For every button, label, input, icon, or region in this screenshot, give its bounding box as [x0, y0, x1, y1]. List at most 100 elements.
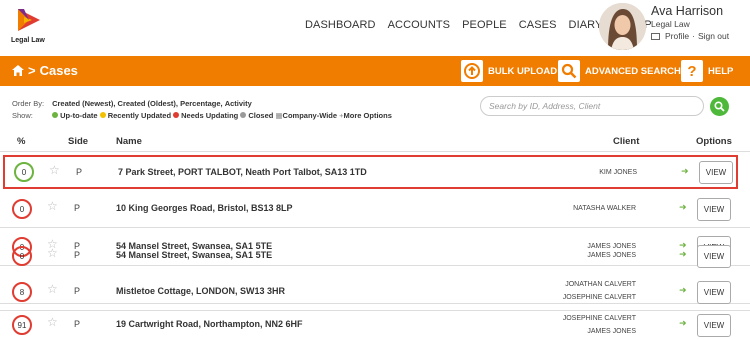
view-button[interactable]: VIEW [697, 198, 731, 221]
nav-cases[interactable]: CASES [519, 19, 557, 31]
arrow-right-icon: ➜ [679, 318, 687, 328]
star-icon[interactable]: ☆ [47, 315, 58, 329]
show-label: Show: [12, 111, 33, 120]
brand-logo[interactable]: Legal Law [10, 7, 50, 47]
case-name[interactable]: 54 Mansel Street, Swansea, SA1 5TE [116, 250, 272, 260]
order-percentage[interactable]: Percentage, [180, 99, 223, 108]
client-name: JAMES JONES [587, 249, 636, 262]
link-separator: · [692, 31, 695, 41]
client-1[interactable]: KIM JONES [599, 166, 637, 179]
filter-panel: Order By: Created (Newest), Created (Old… [12, 98, 392, 122]
table-header: % Side Name Client Options [0, 134, 750, 152]
show-uptodate[interactable]: Up-to-date [52, 111, 98, 120]
percent-badge: 0 [12, 246, 32, 266]
percent-badge: 91 [12, 315, 32, 335]
nav-dashboard[interactable]: DASHBOARD [305, 19, 376, 31]
client-name: JONATHAN CALVERT JOSEPHINE CALVERT [563, 278, 636, 304]
show-closed-label: Closed [248, 111, 274, 120]
upload-icon [461, 60, 483, 82]
building-icon: ▦ [275, 111, 283, 120]
order-activity[interactable]: Activity [225, 99, 252, 108]
question-icon: ? [681, 60, 703, 82]
company-wide-label: Company-Wide [282, 111, 338, 120]
brand-name: Legal Law [11, 37, 45, 44]
side-value: P [76, 167, 83, 177]
order-newest[interactable]: Created (Newest), [52, 99, 115, 108]
col-percent[interactable]: % [17, 136, 25, 147]
help-button[interactable]: ? HELP [681, 59, 733, 83]
show-company-wide[interactable]: ▦Company-Wide [275, 111, 337, 120]
side-value: P [74, 319, 81, 329]
col-options: Options [696, 136, 732, 147]
show-needs-updating-label: Needs Updating [181, 111, 239, 120]
yellow-dot-icon [99, 112, 106, 118]
show-closed[interactable]: Closed [240, 111, 273, 120]
col-name[interactable]: Name [116, 136, 142, 147]
grey-dot-icon [240, 112, 247, 118]
profile-link[interactable]: Profile [665, 31, 689, 41]
avatar[interactable] [599, 3, 646, 50]
client-2[interactable]: JOSEPHINE CALVERT [563, 291, 636, 304]
advanced-search-button[interactable]: ADVANCED SEARCH [558, 59, 681, 83]
client-1[interactable]: JOSEPHINE CALVERT [563, 312, 636, 325]
search-input[interactable]: Search by ID, Address, Client [480, 96, 704, 116]
percent-badge: 0 [12, 199, 32, 219]
order-oldest[interactable]: Created (Oldest), [118, 99, 178, 108]
client-1[interactable]: JAMES JONES [587, 249, 636, 262]
red-dot-icon [173, 112, 180, 118]
order-by-row: Order By: Created (Newest), Created (Old… [12, 98, 392, 110]
table-row[interactable]: 0 ☆ P 10 King Georges Road, Bristol, BS1… [0, 191, 750, 228]
home-icon[interactable] [12, 65, 24, 76]
side-value: P [74, 203, 81, 213]
breadcrumb: > Cases [12, 63, 78, 78]
percent-badge: 8 [12, 282, 32, 302]
more-options[interactable]: +More Options [339, 111, 392, 120]
view-button[interactable]: VIEW [697, 314, 731, 337]
side-value: P [74, 250, 81, 260]
arrow-right-icon: ➜ [679, 249, 687, 259]
case-name[interactable]: 19 Cartwright Road, Northampton, NN2 6HF [116, 319, 303, 329]
star-icon[interactable]: ☆ [47, 282, 58, 296]
page-toolbar: > Cases BULK UPLOAD ADVANCED SEARCH ? HE… [0, 56, 750, 86]
case-name[interactable]: 10 King Georges Road, Bristol, BS13 8LP [116, 203, 293, 213]
table-row[interactable]: 8 ☆ P Mistletoe Cottage, LONDON, SW13 3H… [0, 274, 750, 311]
envelope-icon[interactable] [651, 32, 660, 40]
star-icon[interactable]: ☆ [47, 199, 58, 213]
star-icon[interactable]: ☆ [49, 163, 60, 177]
client-1[interactable]: JONATHAN CALVERT [563, 278, 636, 291]
client-name: KIM JONES [599, 166, 637, 179]
client-2[interactable]: JAMES JONES [563, 325, 636, 338]
case-name[interactable]: 7 Park Street, PORT TALBOT, Neath Port T… [118, 167, 367, 177]
search-submit-button[interactable] [710, 97, 729, 116]
col-client[interactable]: Client [613, 136, 639, 147]
show-uptodate-label: Up-to-date [60, 111, 98, 120]
arrow-right-icon: ➜ [679, 285, 687, 295]
bulk-upload-label: BULK UPLOAD [488, 65, 558, 77]
show-recent[interactable]: Recently Updated [99, 111, 172, 120]
table-row[interactable]: 0 ☆ P 7 Park Street, PORT TALBOT, Neath … [3, 155, 738, 189]
green-dot-icon [52, 112, 59, 118]
top-header: Legal Law DASHBOARD ACCOUNTS PEOPLE CASE… [0, 0, 750, 56]
view-button[interactable]: VIEW [697, 245, 731, 268]
page-title: Cases [39, 63, 78, 78]
case-name[interactable]: Mistletoe Cottage, LONDON, SW13 3HR [116, 286, 285, 296]
view-button[interactable]: VIEW [697, 281, 731, 304]
nav-people[interactable]: PEOPLE [462, 19, 507, 31]
client-1[interactable]: NATASHA WALKER [573, 202, 636, 215]
signout-link[interactable]: Sign out [698, 31, 729, 41]
search-icon [558, 60, 580, 82]
col-side[interactable]: Side [68, 136, 88, 147]
show-recent-label: Recently Updated [107, 111, 172, 120]
table-row[interactable]: 91 ☆ P 19 Cartwright Road, Northampton, … [0, 312, 750, 340]
table-row[interactable]: 0 ☆ P 54 Mansel Street, Swansea, SA1 5TE… [0, 229, 750, 266]
bulk-upload-button[interactable]: BULK UPLOAD [461, 59, 557, 83]
show-needs-updating[interactable]: Needs Updating [173, 111, 238, 120]
view-button[interactable]: VIEW [699, 161, 733, 184]
star-icon[interactable]: ☆ [47, 246, 58, 260]
client-name: JOSEPHINE CALVERT JAMES JONES [563, 312, 636, 338]
logo-icon [18, 9, 40, 31]
nav-diary[interactable]: DIARY [569, 19, 603, 31]
more-options-label: More Options [343, 111, 392, 120]
nav-accounts[interactable]: ACCOUNTS [388, 19, 451, 31]
user-photo-icon [599, 3, 646, 50]
